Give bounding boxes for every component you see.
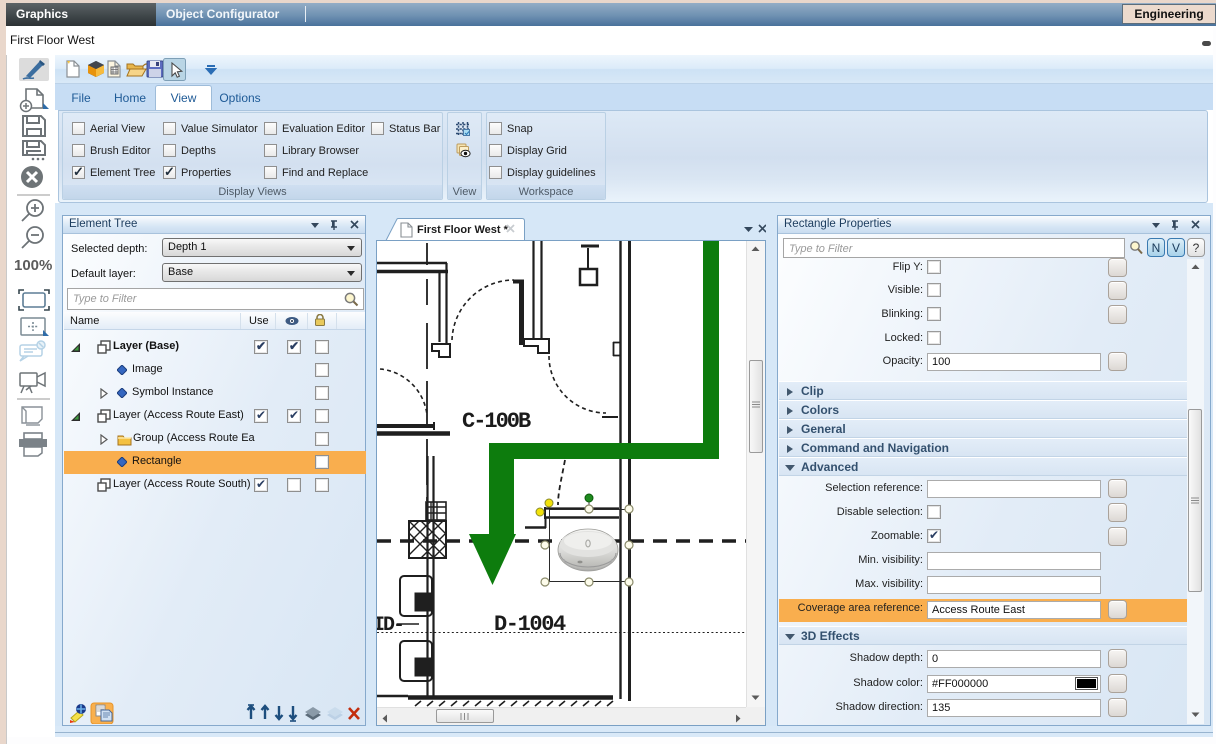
svg-text:First Floor West *: First Floor West * xyxy=(417,224,509,236)
svg-text:ID-: ID- xyxy=(377,614,403,637)
svg-text:100%: 100% xyxy=(14,257,52,274)
svg-text:D-1004: D-1004 xyxy=(494,612,566,637)
svg-text:C-100B: C-100B xyxy=(462,409,531,434)
